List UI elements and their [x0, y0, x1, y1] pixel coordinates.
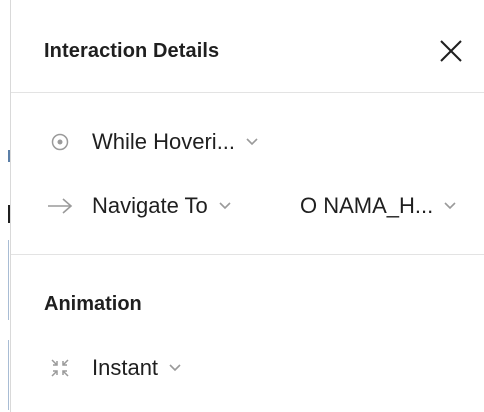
animation-section: Animation Instant: [11, 255, 484, 412]
animation-value: Instant: [92, 355, 159, 380]
close-icon: [440, 40, 462, 62]
chevron-down-icon: [444, 202, 456, 210]
panel-header: Interaction Details: [11, 0, 484, 93]
action-value: Navigate To: [92, 193, 208, 218]
chevron-down-icon: [169, 364, 181, 372]
hover-target-icon: [45, 127, 75, 157]
animation-dropdown[interactable]: Instant: [92, 354, 182, 382]
destination-dropdown[interactable]: O NAMA_H...: [300, 192, 457, 220]
instant-transition-icon: [45, 353, 75, 383]
app-stage: Interaction Details While Hoveri... Navi…: [0, 0, 484, 412]
panel-title: Interaction Details: [44, 40, 220, 62]
canvas-mark: [8, 340, 9, 410]
arrow-right-icon: [45, 191, 75, 221]
chevron-down-icon: [246, 138, 258, 146]
trigger-dropdown[interactable]: While Hoveri...: [92, 128, 259, 156]
destination-value: O NAMA_H...: [300, 193, 434, 218]
animation-title: Animation: [44, 293, 142, 315]
canvas-edge: [0, 0, 10, 412]
trigger-action-section: While Hoveri... Navigate To O NAMA_H...: [11, 93, 484, 255]
canvas-mark: [8, 240, 9, 320]
close-button[interactable]: [436, 36, 466, 66]
interaction-details-panel: Interaction Details While Hoveri... Navi…: [10, 0, 484, 412]
chevron-down-icon: [219, 202, 231, 210]
action-dropdown[interactable]: Navigate To: [92, 192, 232, 220]
trigger-value: While Hoveri...: [92, 129, 236, 154]
